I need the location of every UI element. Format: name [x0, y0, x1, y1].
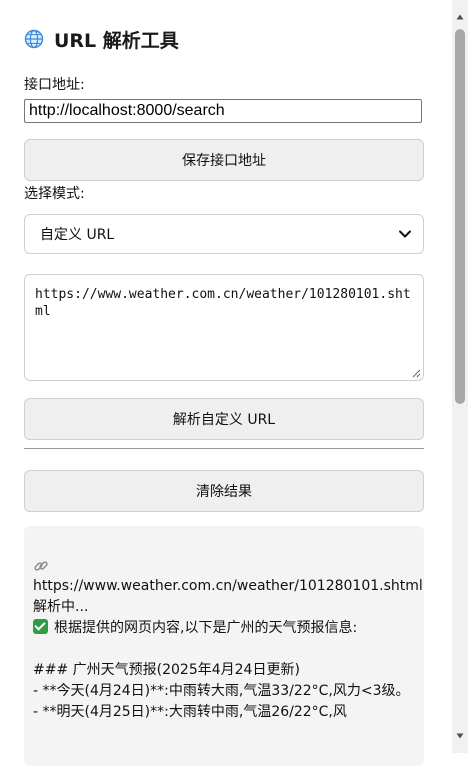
- mode-select-value: 自定义 URL: [40, 227, 115, 243]
- result-intro: 根据提供的网页内容,以下是广州的天气预报信息:: [54, 620, 358, 636]
- scrollbar-thumb[interactable]: [455, 29, 465, 404]
- result-intro-line: 根据提供的网页内容,以下是广州的天气预报信息:: [33, 618, 424, 639]
- scroll-down-arrow-icon[interactable]: [456, 732, 464, 740]
- custom-url-value: https://www.weather.com.cn/weather/10128…: [35, 287, 411, 319]
- result-heading: ### 广州天气预报(2025年4月24日更新): [33, 662, 300, 678]
- mode-select[interactable]: 自定义 URL: [24, 214, 424, 254]
- api-url-input[interactable]: http://localhost:8000/search: [24, 99, 422, 123]
- resize-handle-icon[interactable]: [411, 368, 421, 378]
- clear-results-button[interactable]: 清除结果: [24, 470, 424, 512]
- result-status: 解析中...: [33, 599, 89, 615]
- result-line-2: - **明天(4月25日)**:大雨转中雨,气温26/22°C,风: [33, 704, 347, 720]
- result-url: https://www.weather.com.cn/weather/10128…: [33, 578, 423, 594]
- result-panel: https://www.weather.com.cn/weather/10128…: [24, 526, 424, 766]
- globe-icon: [24, 29, 44, 49]
- divider: [24, 448, 424, 449]
- save-api-button[interactable]: 保存接口地址: [24, 139, 424, 181]
- parse-url-button[interactable]: 解析自定义 URL: [24, 398, 424, 440]
- chevron-down-icon: [399, 230, 411, 238]
- page-title: URL 解析工具: [24, 26, 179, 52]
- result-line-1: - **今天(4月24日)**:中雨转大雨,气温33/22°C,风力<3级。: [33, 683, 410, 699]
- api-label: 接口地址:: [24, 77, 85, 93]
- mode-label: 选择模式:: [24, 186, 85, 202]
- vertical-scrollbar[interactable]: [452, 0, 468, 753]
- result-blank-line: [33, 639, 424, 660]
- check-icon: [33, 619, 48, 634]
- custom-url-textarea[interactable]: https://www.weather.com.cn/weather/10128…: [24, 274, 424, 381]
- link-icon: [34, 561, 48, 571]
- app-title: URL 解析工具: [54, 29, 179, 52]
- scroll-up-arrow-icon[interactable]: [456, 13, 464, 21]
